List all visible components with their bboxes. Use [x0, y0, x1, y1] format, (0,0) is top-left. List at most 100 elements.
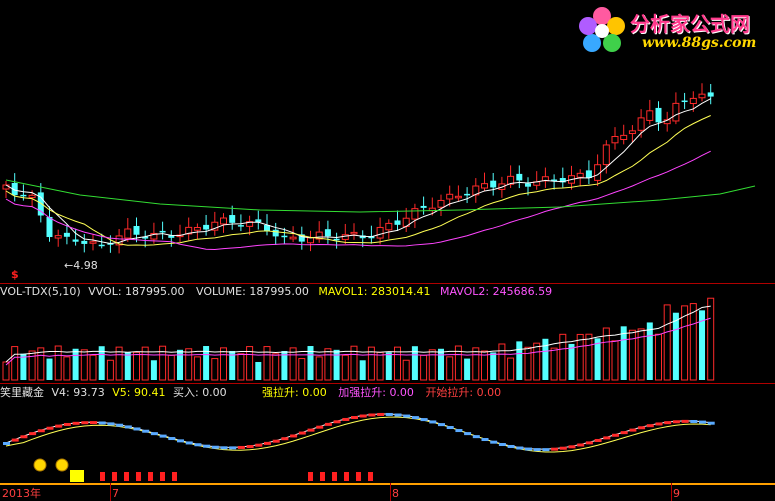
signal-dash: [159, 434, 167, 438]
volume-bar: [672, 312, 679, 380]
volume-bar: [185, 348, 193, 381]
currency-marker: $: [11, 268, 19, 281]
volume-bar: [46, 358, 53, 380]
candle-body: [324, 229, 331, 237]
signal-dash: [455, 429, 463, 433]
mavol1-label: MAVOL1:: [318, 285, 368, 298]
signal-dash: [655, 422, 663, 426]
volume-bar: [28, 350, 36, 381]
candle-body: [54, 235, 62, 239]
volume-bar: [298, 358, 306, 381]
buy-signal-bar: [112, 472, 117, 481]
v5-label: V5:: [112, 386, 131, 399]
candle-body: [602, 144, 610, 166]
candle-body: [637, 117, 645, 131]
candle-body: [490, 180, 497, 188]
flower-logo-icon: [579, 7, 625, 52]
volume-indicator-name: VOL-TDX(5,10): [0, 285, 81, 298]
signal-dash: [612, 433, 619, 437]
ma60-line: [5, 179, 756, 213]
signal-dash: [551, 447, 559, 451]
candle-body: [237, 225, 244, 227]
volume-bar: [72, 348, 79, 380]
candle-body: [681, 100, 688, 103]
volume-bar: [167, 354, 175, 381]
signal-dash: [55, 424, 63, 428]
volume-bar: [585, 333, 593, 381]
volume-chart-pane[interactable]: VOL-TDX(5,10) VVOL: 187995.00 VOLUME: 18…: [0, 283, 775, 383]
volume-chart[interactable]: [0, 283, 775, 383]
axis-label-month-8: 8: [392, 487, 399, 500]
signal-dash: [672, 420, 680, 424]
low-price-marker: ←4.98: [64, 259, 98, 272]
candle-body: [20, 194, 27, 197]
signal-dash: [585, 441, 593, 445]
logo-url: www.88gs.com: [642, 35, 757, 51]
candle-body: [281, 235, 288, 238]
ma5-line: [5, 98, 711, 245]
signal-dash: [46, 426, 54, 430]
candle-body: [89, 241, 97, 244]
ma20-line: [5, 150, 711, 251]
signal-dash: [342, 417, 350, 421]
price-chart-pane[interactable]: ←4.98 $ 分析家公式网 www.88gs.com: [0, 0, 775, 283]
signal-dash: [324, 422, 332, 426]
candle-body: [620, 134, 628, 141]
candle-body: [394, 220, 401, 225]
signal-dash: [620, 431, 628, 435]
buy-signal-bar: [320, 472, 325, 481]
signal-dash: [116, 423, 124, 427]
volume-bar: [341, 354, 349, 381]
signal-dash: [603, 436, 611, 440]
signal-dash: [246, 445, 254, 449]
signal-dash: [394, 413, 402, 417]
volume-bar: [655, 333, 662, 381]
vvol-label: VVOL:: [88, 285, 122, 298]
volume-bar: [133, 351, 140, 381]
volume-bar: [272, 353, 280, 381]
signal-dash: [255, 443, 263, 447]
arrow-left-icon: ←: [64, 259, 74, 272]
signal-dash: [490, 440, 498, 444]
candle-body: [333, 238, 340, 241]
signal-dash: [264, 441, 271, 445]
signal-dash: [629, 428, 637, 432]
candle-body: [133, 225, 140, 235]
candle-body: [525, 183, 531, 187]
signal-dash: [220, 446, 228, 450]
candle-body: [385, 222, 393, 231]
signal-dash: [333, 420, 341, 424]
indicator-chart-pane[interactable]: 笑里藏金 V4: 93.73 V5: 90.41 买入: 0.00 强拉升: 0…: [0, 383, 775, 483]
candle-body: [98, 244, 105, 247]
volume-bar: [611, 340, 619, 381]
volume-bar: [220, 347, 227, 381]
signal-dash: [542, 448, 550, 452]
buy-signal-bar: [172, 472, 177, 481]
signal-dash: [150, 432, 158, 436]
signal-dash: [507, 444, 515, 448]
candle-body: [46, 216, 53, 238]
volume-bar: [464, 358, 471, 380]
signal-dash: [707, 421, 715, 425]
candle-body: [193, 227, 201, 231]
volume-bar: [237, 353, 245, 381]
smiley-icon: [33, 458, 47, 472]
mavol2-label: MAVOL2:: [439, 285, 490, 298]
volume-bar: [438, 348, 444, 380]
volume-bar: [472, 347, 480, 381]
candle-body: [229, 215, 236, 223]
volume-bar: [498, 343, 506, 381]
signal-dash: [63, 422, 71, 426]
volume-bar: [150, 360, 157, 380]
candle-body: [437, 199, 445, 208]
candle-body: [272, 229, 279, 237]
signal-dash: [481, 438, 489, 442]
candle-body: [307, 237, 314, 244]
volume-bar: [663, 304, 671, 381]
signal-dash: [568, 445, 576, 449]
candle-body: [376, 226, 384, 239]
candle-body: [646, 110, 654, 121]
volume-bar: [333, 349, 340, 380]
signal-dash: [298, 431, 306, 435]
signal-dash: [11, 438, 19, 442]
